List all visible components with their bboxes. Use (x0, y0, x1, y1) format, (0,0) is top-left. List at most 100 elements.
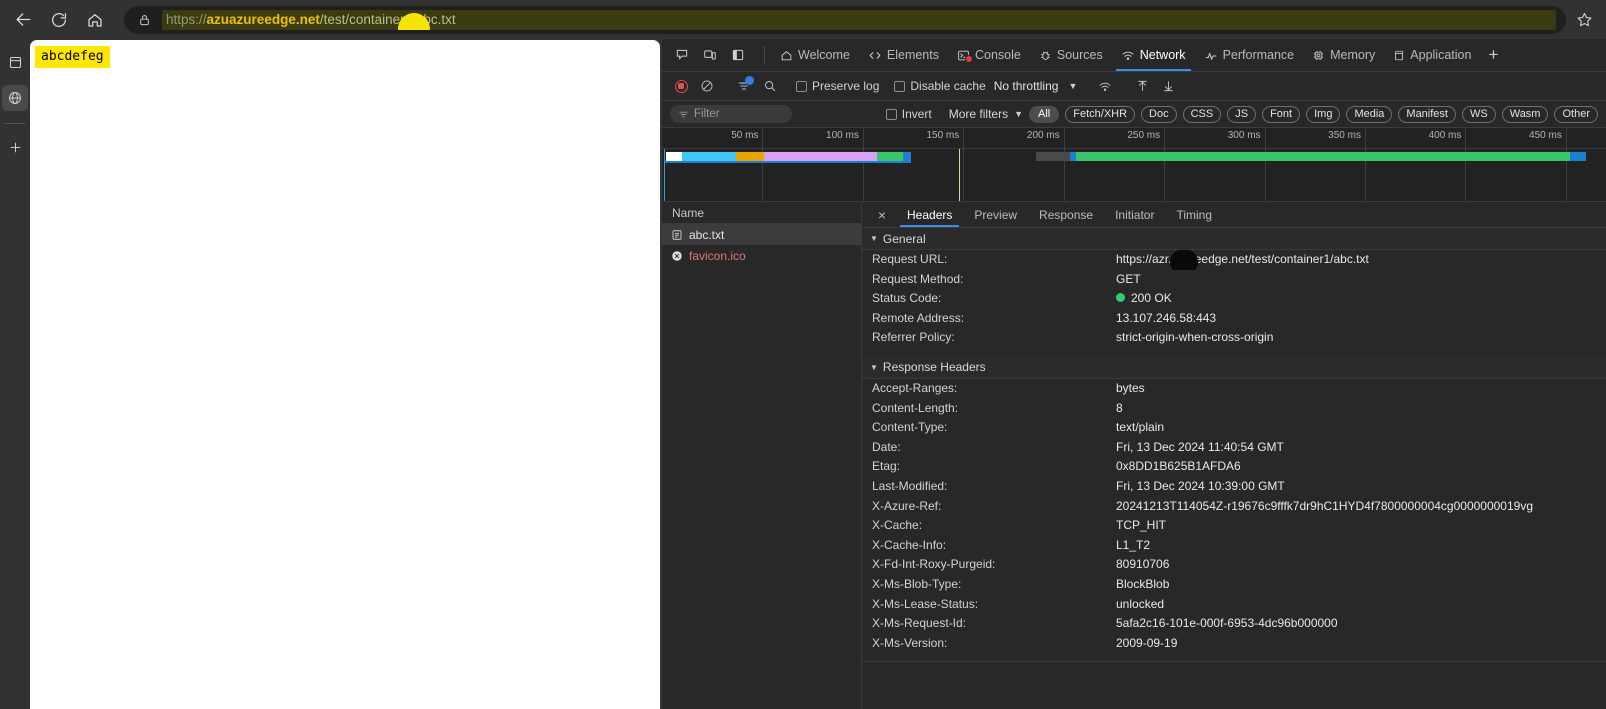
device-toolbar-icon[interactable] (698, 43, 722, 67)
throttling-caret-icon[interactable]: ▼ (1068, 81, 1077, 91)
clear-button[interactable] (696, 75, 718, 97)
more-tabs-button[interactable]: + (1480, 39, 1506, 71)
header-key: Etag: (872, 459, 901, 474)
header-value: Fri, 13 Dec 2024 11:40:54 GMT (1116, 439, 1284, 454)
detail-tabbar: × Headers Preview Response Initiator Tim… (862, 202, 1606, 228)
import-har-icon[interactable] (1131, 75, 1153, 97)
detail-tab-initiator[interactable]: Initiator (1104, 202, 1165, 227)
type-filter-img[interactable]: Img (1306, 105, 1341, 123)
address-bar[interactable]: https://azuazureedge.net/test/container1… (124, 5, 1566, 34)
header-value: 2009-09-19 (1116, 635, 1178, 650)
overview-gridline (1063, 128, 1065, 201)
type-filter-other[interactable]: Other (1554, 105, 1598, 123)
sidebar-item-browser-essentials[interactable] (2, 85, 28, 111)
overview-bar-segment (1075, 152, 1570, 161)
header-key: X-Ms-Blob-Type: (872, 576, 962, 591)
header-value[interactable]: https://azr.azureedge.net/test/container… (1116, 250, 1369, 270)
header-row: X-Ms-Request-Id: 5afa2c16-101e-000f-6953-… (862, 614, 1606, 634)
header-value: 5afa2c16-101e-000f-6953-4dc96b000000 (1116, 616, 1338, 631)
section-header-response-headers[interactable]: ▼ Response Headers (862, 356, 1606, 379)
network-overview-timeline[interactable]: 50 ms 100 ms 150 ms 200 ms 250 ms 300 ms 350 m… (662, 128, 1606, 202)
invert-checkbox[interactable]: Invert (885, 107, 932, 121)
refresh-button[interactable] (44, 5, 74, 35)
headers-content[interactable]: ▼ General Request URL: https://azr.azure… (862, 228, 1606, 709)
type-filter-wasm[interactable]: Wasm (1501, 105, 1549, 123)
header-value: bytes (1116, 380, 1145, 395)
type-filter-css[interactable]: CSS (1182, 105, 1222, 123)
invert-box[interactable] (885, 108, 897, 120)
type-filter-js[interactable]: JS (1227, 105, 1257, 123)
type-filter-doc[interactable]: Doc (1141, 105, 1177, 123)
request-column-header[interactable]: Name (662, 202, 861, 224)
overview-tick-label: 50 ms (731, 130, 759, 141)
url-text[interactable]: https://azuazureedge.net/test/container1… (162, 9, 1556, 30)
header-key: X-Ms-Request-Id: (872, 616, 967, 631)
status-code-text: 200 OK (1131, 291, 1172, 306)
detail-tab-preview[interactable]: Preview (963, 202, 1028, 227)
tab-network[interactable]: Network (1112, 39, 1195, 71)
more-filters-button[interactable]: More filters ▼ (949, 107, 1023, 121)
tab-sources[interactable]: Sources (1030, 39, 1112, 71)
record-button[interactable] (670, 75, 692, 97)
filter-toggle-button[interactable] (733, 75, 755, 97)
back-button[interactable] (8, 5, 38, 35)
tab-memory[interactable]: Memory (1303, 39, 1384, 71)
preserve-log-box[interactable] (796, 80, 807, 92)
devtools-tabbar: Welcome Elements Console Sources Network… (662, 39, 1606, 72)
overview-gridline (762, 128, 764, 201)
tab-performance[interactable]: Performance (1195, 39, 1304, 71)
request-row-abc-txt[interactable]: abc.txt (662, 224, 861, 245)
export-har-icon[interactable] (1157, 75, 1179, 97)
dock-side-icon[interactable] (726, 43, 750, 67)
overview-bar-segment (1569, 152, 1586, 161)
header-row: X-Ms-Blob-Type: BlockBlob (862, 575, 1606, 595)
filter-input[interactable]: Filter (670, 105, 792, 123)
detail-tab-headers[interactable]: Headers (896, 202, 963, 227)
disable-cache-checkbox[interactable]: Disable cache (894, 79, 986, 93)
tab-elements[interactable]: Elements (859, 39, 948, 71)
header-value: 0x8DD1B625B1AFDA6 (1116, 459, 1241, 474)
disable-cache-box[interactable] (894, 80, 906, 92)
type-filter-media[interactable]: Media (1346, 105, 1393, 123)
type-filter-all[interactable]: All (1029, 105, 1060, 123)
type-filter-manifest[interactable]: Manifest (1398, 105, 1456, 123)
overview-bar-segment (736, 152, 765, 161)
detail-tab-timing[interactable]: Timing (1165, 202, 1223, 227)
application-icon (1393, 49, 1405, 62)
network-conditions-icon[interactable] (1094, 75, 1116, 97)
overview-gridline (1164, 128, 1166, 201)
overview-selection-line[interactable] (959, 148, 961, 201)
section-header-general[interactable]: ▼ General (862, 228, 1606, 250)
tab-welcome[interactable]: Welcome (771, 39, 859, 71)
sidebar-item-collections[interactable] (2, 49, 28, 75)
inspect-element-icon[interactable] (670, 43, 694, 67)
page-viewport[interactable]: abcdefeg (30, 40, 660, 709)
header-row: Request Method: GET (862, 270, 1606, 290)
page-content-text: abcdefeg (35, 46, 110, 68)
lock-icon[interactable] (136, 12, 152, 28)
throttling-select[interactable]: No throttling (994, 79, 1059, 93)
search-icon[interactable] (759, 75, 781, 97)
tab-label: Application (1410, 48, 1472, 62)
type-filter-ws[interactable]: WS (1461, 105, 1496, 123)
document-icon (670, 228, 683, 241)
performance-icon (1204, 49, 1218, 62)
favorite-star-icon[interactable] (1570, 6, 1598, 34)
overview-selection-line[interactable] (664, 148, 665, 201)
overview-divider (662, 148, 1606, 149)
tab-console[interactable]: Console (948, 39, 1030, 71)
request-row-favicon-ico[interactable]: favicon.ico (662, 245, 861, 266)
header-row: Etag: 0x8DD1B625B1AFDA6 (862, 457, 1606, 477)
network-body: Name abc.txt favicon.ico × Headers Previ… (662, 202, 1606, 709)
type-filter-font[interactable]: Font (1262, 105, 1301, 123)
detail-tab-response[interactable]: Response (1028, 202, 1104, 227)
type-filter-fetch-xhr[interactable]: Fetch/XHR (1065, 105, 1136, 123)
close-icon[interactable]: × (868, 202, 896, 227)
tab-application[interactable]: Application (1384, 39, 1480, 71)
triangle-down-icon: ▼ (870, 362, 878, 372)
overview-bar-segment (903, 152, 912, 161)
sidebar-item-add-tool[interactable] (2, 134, 28, 160)
home-button[interactable] (80, 5, 110, 35)
preserve-log-checkbox[interactable]: Preserve log (796, 79, 879, 93)
more-filters-caret-icon: ▼ (1014, 109, 1024, 119)
